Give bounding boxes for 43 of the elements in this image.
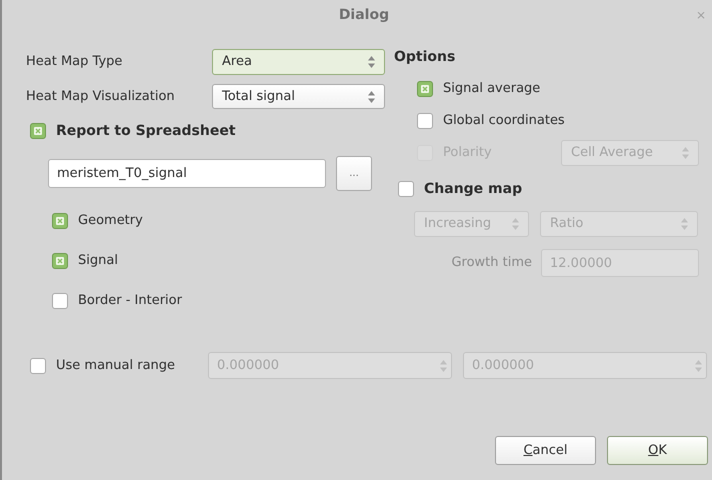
dialog-button[interactable]: Cancel bbox=[495, 436, 596, 465]
spinner-arrows-icon bbox=[440, 360, 447, 372]
checkbox-label: Global coordinates bbox=[443, 112, 565, 130]
checkbox-label: Border - Interior bbox=[78, 292, 182, 310]
x-icon bbox=[422, 86, 428, 92]
section-heading: Options bbox=[394, 48, 456, 66]
spin-box[interactable]: 0.000000 bbox=[463, 352, 707, 379]
checkbox[interactable] bbox=[30, 358, 46, 374]
checkbox-label: Change map bbox=[424, 180, 522, 198]
checkbox-label: Report to Spreadsheet bbox=[56, 122, 236, 140]
checkbox[interactable] bbox=[52, 213, 68, 229]
checkbox[interactable] bbox=[52, 293, 68, 309]
checkbox[interactable] bbox=[417, 80, 433, 96]
checkbox[interactable] bbox=[398, 181, 414, 197]
close-button[interactable]: × bbox=[696, 9, 706, 21]
checkbox-label: Signal average bbox=[443, 80, 540, 98]
checkbox[interactable] bbox=[30, 123, 46, 139]
spinner-arrows-icon bbox=[681, 218, 688, 230]
spinner-arrows-icon bbox=[695, 360, 702, 372]
field-label: Growth time bbox=[451, 254, 532, 272]
checkbox-label: Use manual range bbox=[56, 356, 176, 375]
checkbox-label: Geometry bbox=[78, 212, 143, 230]
checkbox[interactable] bbox=[52, 253, 68, 269]
window-title: Dialog bbox=[338, 6, 390, 24]
x-icon bbox=[57, 258, 63, 264]
spinner-arrows-icon bbox=[368, 56, 375, 68]
field-label: Heat Map Type bbox=[26, 53, 124, 72]
dialog-button[interactable]: OK bbox=[607, 436, 708, 465]
browse-button[interactable]: ... bbox=[336, 156, 372, 191]
field-label: Heat Map Visualization bbox=[26, 88, 176, 106]
checkbox-label: Signal bbox=[78, 252, 118, 270]
spinner-arrows-icon bbox=[368, 90, 375, 102]
dropdown[interactable]: Area bbox=[212, 49, 385, 75]
filename-field[interactable]: meristem_T0_signal bbox=[48, 159, 326, 188]
spinner-arrows-icon bbox=[682, 146, 689, 158]
x-icon bbox=[57, 218, 63, 224]
dropdown[interactable]: Total signal bbox=[212, 84, 385, 109]
spinner-arrows-icon bbox=[512, 218, 519, 230]
dropdown[interactable]: Ratio bbox=[540, 211, 698, 237]
checkbox[interactable] bbox=[417, 112, 433, 128]
spin-box[interactable]: 0.000000 bbox=[208, 352, 452, 379]
x-icon bbox=[35, 128, 41, 134]
dropdown[interactable]: Increasing bbox=[414, 211, 529, 237]
